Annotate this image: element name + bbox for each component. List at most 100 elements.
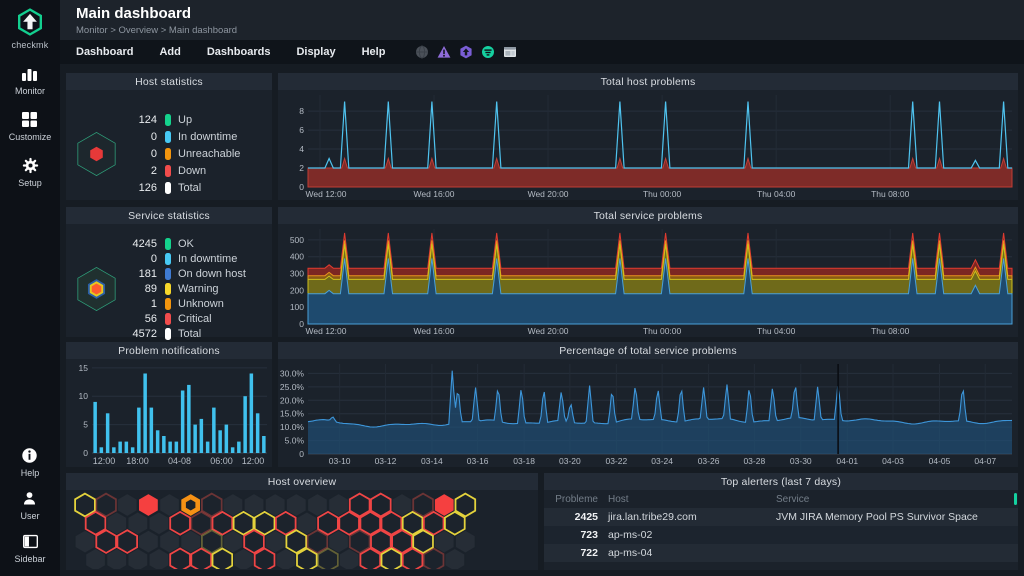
svg-text:03-24: 03-24 xyxy=(651,456,673,466)
stat-row-unreachable[interactable]: 0Unreachable xyxy=(119,145,262,162)
host-hexagon[interactable] xyxy=(213,549,233,570)
stat-value: 0 xyxy=(119,131,157,143)
svg-text:0: 0 xyxy=(83,448,88,458)
stat-row-down[interactable]: 2Down xyxy=(119,162,262,179)
table-row[interactable]: 722ap-ms-04 xyxy=(544,544,1018,562)
sidebar-item-setup[interactable]: Setup xyxy=(18,157,42,188)
svg-text:Thu 08:00: Thu 08:00 xyxy=(871,189,910,199)
stat-value: 0 xyxy=(119,253,157,265)
host-hexagon[interactable] xyxy=(139,530,159,553)
stat-row-total[interactable]: 4572Total xyxy=(119,327,262,342)
stat-label: In downtime xyxy=(178,131,262,143)
update-icon[interactable] xyxy=(459,45,473,59)
cell-host[interactable]: ap-ms-04 xyxy=(608,547,776,559)
notifications-bar-chart[interactable]: 05101512:0018:0004-0806:0012:00 xyxy=(66,359,272,467)
host-problems-chart[interactable]: 02468Wed 12:00Wed 16:00Wed 20:00Thu 00:0… xyxy=(278,90,1018,200)
breadcrumb[interactable]: Monitor > Overview > Main dashboard xyxy=(76,25,237,36)
host-hexagon[interactable] xyxy=(445,549,465,570)
stat-row-critical[interactable]: 56Critical xyxy=(119,312,262,327)
svg-text:25.0%: 25.0% xyxy=(280,382,305,392)
host-hexagon[interactable] xyxy=(75,530,95,553)
cell-host[interactable]: ap-ms-02 xyxy=(608,529,776,541)
sidebar-item-sidebar-toggle[interactable]: Sidebar xyxy=(14,533,45,564)
host-hexagon[interactable] xyxy=(149,512,169,535)
sidebar-item-user[interactable]: User xyxy=(20,490,39,521)
stat-row-total[interactable]: 126Total xyxy=(119,179,262,196)
menu-item-display[interactable]: Display xyxy=(296,46,335,58)
host-hexagon[interactable] xyxy=(170,549,190,570)
host-hexagon[interactable] xyxy=(86,512,106,535)
stat-value: 0 xyxy=(119,148,157,160)
notification-bar xyxy=(100,447,104,453)
host-hexagon[interactable] xyxy=(128,512,148,535)
host-hexagon[interactable] xyxy=(403,549,423,570)
stat-row-in-downtime[interactable]: 0 In downtime xyxy=(119,128,262,145)
host-hexagon[interactable] xyxy=(255,549,275,570)
menu-item-add[interactable]: Add xyxy=(159,46,180,58)
stat-value: 124 xyxy=(119,114,157,126)
stat-value: 4572 xyxy=(119,328,157,340)
host-hexagon[interactable] xyxy=(445,512,465,535)
checkmk-logo[interactable]: checkmk xyxy=(12,7,49,50)
panel-title: Total service problems xyxy=(278,207,1018,224)
svg-text:4: 4 xyxy=(299,144,304,154)
notification-bar xyxy=(212,408,216,453)
service-statistics-panel: Service statistics 4245OK0In downtime181… xyxy=(66,207,272,337)
column-header-probleme[interactable]: Probleme xyxy=(544,494,608,505)
menu-item-dashboards[interactable]: Dashboards xyxy=(207,46,271,58)
checkmk-hexagon-icon xyxy=(15,7,45,37)
host-hexagon[interactable] xyxy=(117,494,137,517)
table-row[interactable]: 2425jira.lan.tribe29.comJVM JIRA Memory … xyxy=(544,508,1018,526)
host-hexagon[interactable] xyxy=(170,512,190,535)
host-hexagon[interactable] xyxy=(117,530,137,553)
stat-value: 1 xyxy=(119,298,157,310)
service-state-hexagon[interactable] xyxy=(74,236,119,342)
notification-bar xyxy=(125,442,129,453)
cell-service[interactable]: JVM JIRA Memory Pool PS Survivor Space xyxy=(776,511,1018,523)
filter-icon[interactable] xyxy=(481,45,495,59)
host-hexagon[interactable] xyxy=(297,549,317,570)
sidebar-item-customize[interactable]: Customize xyxy=(9,111,52,142)
menu-item-help[interactable]: Help xyxy=(362,46,386,58)
cell-host[interactable]: jira.lan.tribe29.com xyxy=(608,511,776,523)
host-hexagon[interactable] xyxy=(191,549,211,570)
stat-label: Unknown xyxy=(178,298,262,310)
stat-row-up[interactable]: 124Up xyxy=(119,111,262,128)
table-row[interactable]: 723ap-ms-02 xyxy=(544,526,1018,544)
window-icon[interactable] xyxy=(503,45,517,59)
stat-row-unknown[interactable]: 1 Unknown xyxy=(119,297,262,312)
host-hexagon[interactable] xyxy=(149,549,169,570)
svg-text:Thu 08:00: Thu 08:00 xyxy=(871,326,910,336)
svg-text:8: 8 xyxy=(299,106,304,116)
stat-row-on-down-host[interactable]: 181On down host xyxy=(119,267,262,282)
stat-value: 181 xyxy=(119,268,157,280)
host-hexagon[interactable] xyxy=(96,530,116,553)
host-state-hexagon[interactable] xyxy=(74,103,119,205)
stat-row-in-downtime[interactable]: 0 In downtime xyxy=(119,252,262,267)
sidebar-item-help[interactable]: Help xyxy=(21,447,40,478)
globe-icon[interactable] xyxy=(415,45,429,59)
host-hexagon[interactable] xyxy=(139,494,159,517)
pct-problems-chart[interactable]: 05.0%10.0%15.0%20.0%25.0%30.0%03-1003-12… xyxy=(278,359,1018,467)
stat-row-warning[interactable]: 89Warning xyxy=(119,282,262,297)
stat-value: 89 xyxy=(119,283,157,295)
stat-label: Critical xyxy=(178,313,262,325)
host-hexagon[interactable] xyxy=(360,549,380,570)
svg-text:0: 0 xyxy=(299,319,304,329)
stat-label: In downtime xyxy=(178,253,262,265)
panel-title: Host statistics xyxy=(66,73,272,90)
warning-icon[interactable] xyxy=(437,45,451,59)
column-header-host[interactable]: Host xyxy=(608,494,776,505)
host-hexagon[interactable] xyxy=(318,549,338,570)
host-hexagon[interactable] xyxy=(424,549,444,570)
sidebar-item-monitor[interactable]: Monitor xyxy=(15,65,45,96)
column-header-service[interactable]: Service xyxy=(776,494,1018,505)
user-icon xyxy=(21,490,38,507)
host-hexagon[interactable] xyxy=(96,494,116,517)
service-problems-chart[interactable]: 0100200300400500Wed 12:00Wed 16:00Wed 20… xyxy=(278,224,1018,337)
host-hexagon[interactable] xyxy=(382,549,402,570)
svg-text:500: 500 xyxy=(290,235,304,245)
stat-row-ok[interactable]: 4245OK xyxy=(119,237,262,252)
svg-text:03-16: 03-16 xyxy=(467,456,489,466)
menu-item-dashboard[interactable]: Dashboard xyxy=(76,46,133,58)
